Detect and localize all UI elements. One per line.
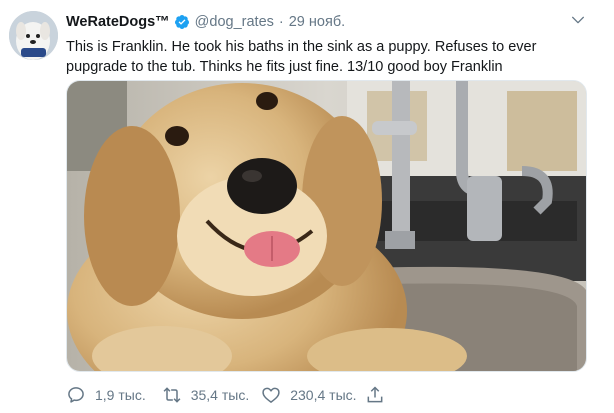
verified-badge-icon [174, 15, 189, 29]
separator-dot: · [278, 14, 284, 30]
retweet-icon [163, 387, 181, 403]
dog-in-sink-photo [67, 81, 586, 371]
tweet-date[interactable]: 29 нояб. [289, 14, 345, 30]
heart-icon [262, 387, 280, 403]
chevron-down-icon[interactable] [570, 12, 586, 28]
share-icon [367, 386, 382, 403]
like-count: 230,4 тыс. [290, 387, 357, 403]
tweet-photo[interactable] [66, 80, 587, 372]
reply-count: 1,9 тыс. [95, 387, 146, 403]
display-name[interactable]: WeRateDogs™ [66, 14, 170, 30]
avatar-dog-icon [9, 11, 58, 60]
reply-icon [68, 387, 84, 403]
retweet-count: 35,4 тыс. [190, 387, 250, 403]
tweet-actions: 1,9 тыс. 35,4 тыс. 230,4 тыс. [66, 384, 385, 406]
handle[interactable]: @dog_rates [195, 14, 274, 30]
share-button[interactable] [365, 385, 385, 405]
tweet-header: WeRateDogs™ @dog_rates · 29 нояб. [66, 12, 574, 32]
tweet[interactable]: WeRateDogs™ @dog_rates · 29 нояб. This i… [0, 0, 614, 413]
retweet-button[interactable]: 35,4 тыс. [162, 385, 262, 405]
avatar[interactable] [9, 11, 58, 60]
like-button[interactable]: 230,4 тыс. [261, 385, 358, 405]
reply-button[interactable]: 1,9 тыс. [66, 385, 162, 405]
tweet-text: This is Franklin. He took his baths in t… [66, 39, 537, 75]
